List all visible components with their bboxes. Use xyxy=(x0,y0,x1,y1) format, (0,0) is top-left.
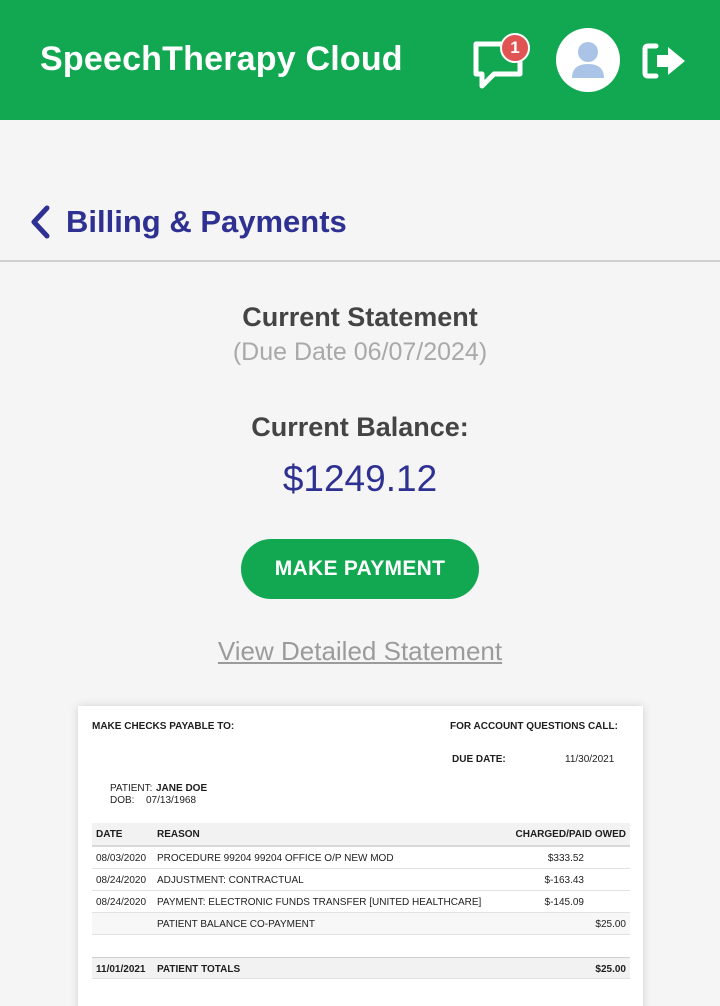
total-owed: $25.00 xyxy=(595,964,626,975)
due-date-text: (Due Date 06/07/2024) xyxy=(232,338,488,366)
logout-icon xyxy=(642,43,685,79)
user-avatar-icon xyxy=(572,42,604,78)
row-reason: PAYMENT: ELECTRONIC FUNDS TRANSFER [UNIT… xyxy=(157,897,482,908)
balance-label: Current Balance: xyxy=(251,412,469,442)
row-reason: PATIENT BALANCE CO-PAYMENT xyxy=(157,919,315,930)
top-bar: SpeechTherapy Cloud 1 xyxy=(0,0,720,120)
dob-value: 07/13/1968 xyxy=(146,795,197,806)
statement-table: DATE REASON CHARGED/PAID OWED 08/03/2020… xyxy=(92,823,630,979)
row-date: 08/24/2020 xyxy=(96,875,147,886)
column-header: REASON xyxy=(157,829,200,840)
dob-label: DOB: xyxy=(110,795,135,806)
column-header: OWED xyxy=(594,829,626,840)
column-header: DATE xyxy=(96,829,123,840)
payable-to-label: MAKE CHECKS PAYABLE TO: xyxy=(92,721,235,732)
table-row: 08/03/2020 PROCEDURE 99204 99204 OFFICE … xyxy=(92,847,630,869)
header-divider xyxy=(0,260,720,262)
table-row: 08/24/2020 ADJUSTMENT: CONTRACTUAL $-163… xyxy=(92,869,630,891)
row-charged: $333.52 xyxy=(547,853,584,864)
total-reason: PATIENT TOTALS xyxy=(157,964,241,975)
due-date-label: DUE DATE: xyxy=(452,754,506,765)
column-header: CHARGED/PAID xyxy=(515,829,592,840)
back-button[interactable] xyxy=(28,204,52,240)
row-owed: $25.00 xyxy=(595,919,626,930)
due-date-value: 11/30/2021 xyxy=(565,754,615,765)
user-avatar-button[interactable] xyxy=(556,28,620,92)
patient-label: PATIENT: xyxy=(110,783,153,794)
row-reason: ADJUSTMENT: CONTRACTUAL xyxy=(157,875,304,886)
row-reason: PROCEDURE 99204 99204 OFFICE O/P NEW MOD xyxy=(157,853,394,864)
chevron-left-icon xyxy=(31,205,50,239)
message-count-badge: 1 xyxy=(500,33,530,63)
patient-name: JANE DOE xyxy=(156,783,208,794)
row-charged: $-145.09 xyxy=(544,897,584,908)
table-total-row: 11/01/2021 PATIENT TOTALS $25.00 xyxy=(92,957,630,979)
table-row: PATIENT BALANCE CO-PAYMENT $25.00 xyxy=(92,913,630,935)
row-charged: $-163.43 xyxy=(544,875,584,886)
row-date: 08/03/2020 xyxy=(96,853,147,864)
app-title: SpeechTherapy Cloud xyxy=(40,40,403,78)
table-row: 08/24/2020 PAYMENT: ELECTRONIC FUNDS TRA… xyxy=(92,891,630,913)
page-header: Billing & Payments xyxy=(0,190,720,260)
table-header-row: DATE REASON CHARGED/PAID OWED xyxy=(92,823,630,847)
questions-label: FOR ACCOUNT QUESTIONS CALL: xyxy=(450,721,618,732)
statement-preview: MAKE CHECKS PAYABLE TO: FOR ACCOUNT QUES… xyxy=(78,706,643,1006)
make-payment-button[interactable]: MAKE PAYMENT xyxy=(241,539,479,599)
row-date: 08/24/2020 xyxy=(96,897,147,908)
total-date: 11/01/2021 xyxy=(96,964,146,975)
balance-value: $1249.12 xyxy=(282,458,438,499)
page-title: Billing & Payments xyxy=(66,204,347,239)
logout-button[interactable] xyxy=(642,42,688,80)
statement-title: Current Statement xyxy=(242,302,478,332)
view-detailed-statement-link[interactable]: View Detailed Statement xyxy=(0,636,720,667)
